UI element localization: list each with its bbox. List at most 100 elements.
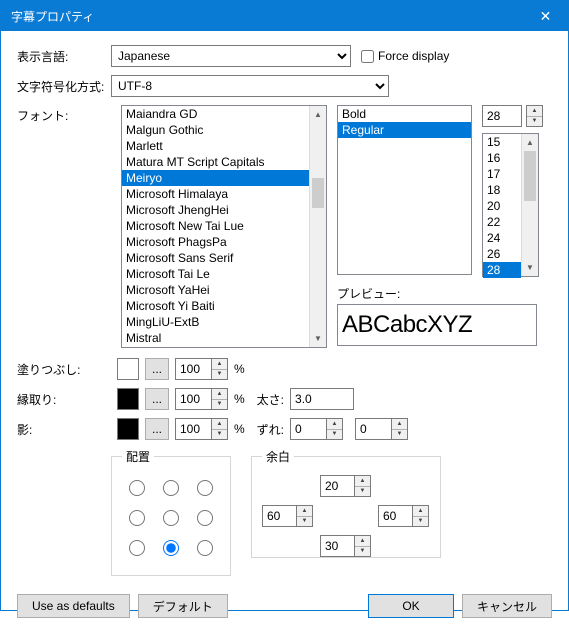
size-item[interactable]: 22 (483, 214, 521, 230)
fill-color-swatch[interactable] (117, 358, 139, 380)
percent-label: % (234, 422, 245, 436)
size-item[interactable]: 15 (483, 134, 521, 150)
font-listbox[interactable]: Maiandra GDMalgun GothicMarlettMatura MT… (121, 105, 327, 348)
font-item[interactable]: Microsoft Tai Le (122, 266, 309, 282)
align-bottom-left[interactable] (129, 540, 145, 556)
margin-right-spinner[interactable]: ▲▼ (412, 505, 429, 527)
size-spinner[interactable]: ▲▼ (526, 105, 543, 127)
ok-button[interactable]: OK (368, 594, 454, 618)
margin-top-input[interactable] (320, 475, 354, 497)
shadow-offset-x-spinner[interactable]: ▲▼ (326, 418, 343, 440)
font-item[interactable]: Microsoft JhengHei (122, 202, 309, 218)
font-item[interactable]: Microsoft Yi Baiti (122, 298, 309, 314)
margin-top-spinner[interactable]: ▲▼ (354, 475, 371, 497)
cancel-button[interactable]: キャンセル (462, 594, 552, 618)
scrollbar[interactable]: ▲ ▼ (521, 134, 538, 276)
font-item[interactable]: Malgun Gothic (122, 122, 309, 138)
font-item[interactable]: Microsoft New Tai Lue (122, 218, 309, 234)
force-display-label: Force display (378, 49, 449, 63)
align-top-center[interactable] (163, 480, 179, 496)
shadow-opacity-input[interactable] (175, 418, 211, 440)
scrollbar[interactable]: ▲ ▼ (309, 106, 326, 347)
margin-right-input[interactable] (378, 505, 412, 527)
font-preview: ABCabcXYZ (337, 304, 537, 346)
percent-label: % (234, 392, 245, 406)
shadow-offset-x-input[interactable] (290, 418, 326, 440)
size-item[interactable]: 24 (483, 230, 521, 246)
default-button[interactable]: デフォルト (138, 594, 228, 618)
scroll-up-icon[interactable]: ▲ (310, 106, 326, 123)
font-item[interactable]: Meiryo (122, 170, 309, 186)
size-item[interactable]: 20 (483, 198, 521, 214)
margin-legend: 余白 (262, 448, 294, 465)
window-title: 字幕プロパティ (11, 8, 523, 25)
shadow-offset-y-spinner[interactable]: ▲▼ (391, 418, 408, 440)
encoding-combo[interactable]: UTF-8 (111, 75, 389, 97)
size-item[interactable]: 16 (483, 150, 521, 166)
close-icon[interactable]: ✕ (523, 1, 568, 31)
shadow-offset-y-input[interactable] (355, 418, 391, 440)
language-combo[interactable]: Japanese (111, 45, 351, 67)
size-input[interactable] (482, 105, 522, 127)
force-display-checkbox[interactable] (361, 50, 374, 63)
style-item[interactable]: Regular (338, 122, 471, 138)
outline-color-swatch[interactable] (117, 388, 139, 410)
scroll-down-icon[interactable]: ▼ (310, 330, 326, 347)
use-defaults-button[interactable]: Use as defaults (17, 594, 130, 618)
font-item[interactable]: Modern No. 20 (122, 346, 309, 347)
scroll-down-icon[interactable]: ▼ (522, 259, 538, 276)
fill-label: 塗りつぶし: (17, 361, 111, 378)
font-item[interactable]: Microsoft PhagsPa (122, 234, 309, 250)
style-item[interactable]: Bold (338, 106, 471, 122)
shadow-label: 影: (17, 421, 111, 438)
fill-opacity-input[interactable] (175, 358, 211, 380)
align-top-left[interactable] (129, 480, 145, 496)
margin-bottom-input[interactable] (320, 535, 354, 557)
font-item[interactable]: Microsoft Himalaya (122, 186, 309, 202)
outline-opacity-input[interactable] (175, 388, 211, 410)
align-top-right[interactable] (197, 480, 213, 496)
shadow-opacity-spinner[interactable]: ▲▼ (211, 418, 228, 440)
font-label: フォント: (17, 105, 111, 348)
size-item[interactable]: 18 (483, 182, 521, 198)
size-listbox[interactable]: 151617182022242628 ▲ ▼ (482, 133, 539, 277)
title-bar: 字幕プロパティ ✕ (1, 1, 568, 31)
font-item[interactable]: MingLiU-ExtB (122, 314, 309, 330)
shadow-color-button[interactable]: ... (145, 418, 169, 440)
outline-opacity-spinner[interactable]: ▲▼ (211, 388, 228, 410)
align-middle-center[interactable] (163, 510, 179, 526)
dialog-content: 表示言語: Japanese Force display 文字符号化方式: UT… (1, 31, 568, 586)
shadow-color-swatch[interactable] (117, 418, 139, 440)
preview-label: プレビュー: (337, 285, 543, 302)
font-item[interactable]: Maiandra GD (122, 106, 309, 122)
font-item[interactable]: Mistral (122, 330, 309, 346)
fill-color-button[interactable]: ... (145, 358, 169, 380)
percent-label: % (234, 362, 245, 376)
align-bottom-center[interactable] (163, 540, 179, 556)
alignment-legend: 配置 (122, 448, 154, 465)
alignment-grid (122, 471, 220, 565)
size-item[interactable]: 28 (483, 262, 521, 278)
align-middle-left[interactable] (129, 510, 145, 526)
size-item[interactable]: 17 (483, 166, 521, 182)
margin-left-input[interactable] (262, 505, 296, 527)
weight-label: 太さ: (257, 391, 284, 408)
margin-left-spinner[interactable]: ▲▼ (296, 505, 313, 527)
outline-weight-input[interactable] (290, 388, 354, 410)
align-bottom-right[interactable] (197, 540, 213, 556)
font-item[interactable]: Matura MT Script Capitals (122, 154, 309, 170)
dialog-window: 字幕プロパティ ✕ 表示言語: Japanese Force display 文… (0, 0, 569, 611)
margin-bottom-spinner[interactable]: ▲▼ (354, 535, 371, 557)
font-item[interactable]: Microsoft Sans Serif (122, 250, 309, 266)
style-listbox[interactable]: BoldRegular (337, 105, 472, 275)
fill-opacity-spinner[interactable]: ▲▼ (211, 358, 228, 380)
spin-up-icon[interactable]: ▲ (527, 106, 542, 117)
font-item[interactable]: Marlett (122, 138, 309, 154)
outline-color-button[interactable]: ... (145, 388, 169, 410)
scroll-up-icon[interactable]: ▲ (522, 134, 538, 151)
encoding-label: 文字符号化方式: (17, 78, 111, 95)
font-item[interactable]: Microsoft YaHei (122, 282, 309, 298)
size-item[interactable]: 26 (483, 246, 521, 262)
spin-down-icon[interactable]: ▼ (527, 117, 542, 127)
align-middle-right[interactable] (197, 510, 213, 526)
